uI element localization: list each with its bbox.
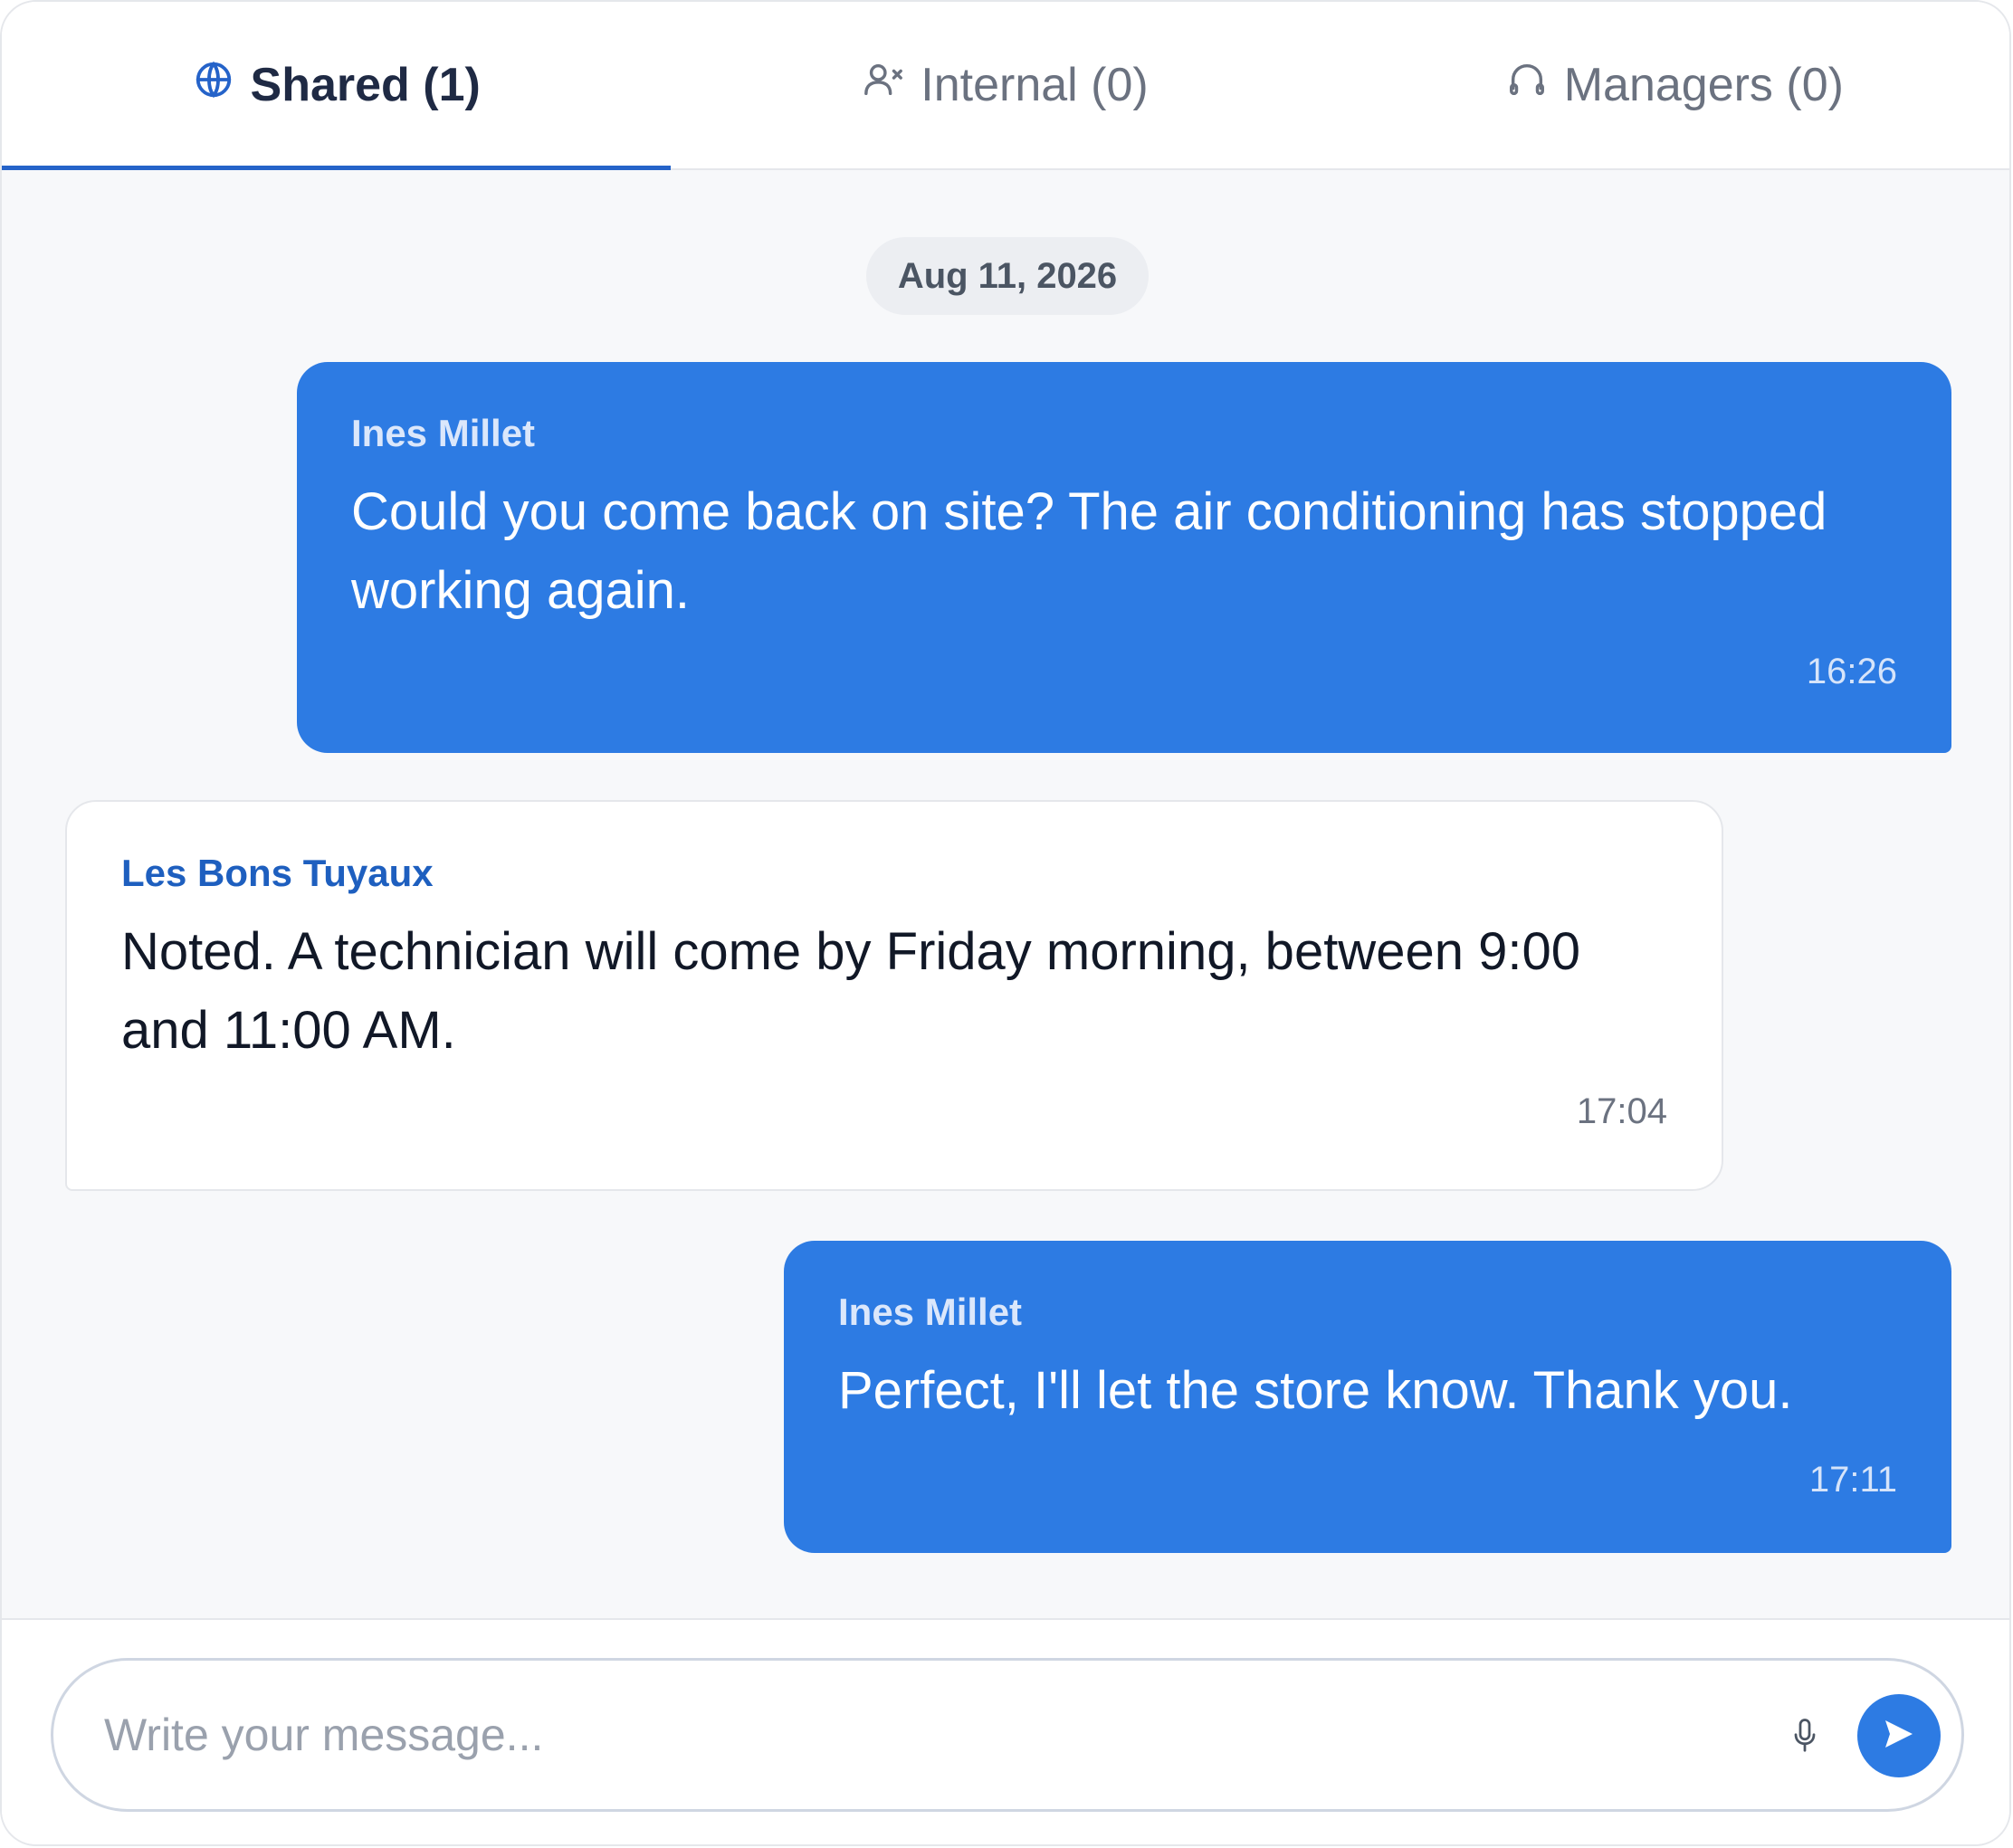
composer-bar (2, 1618, 2009, 1844)
microphone-icon (1791, 1718, 1818, 1758)
message-bubble-incoming: Les Bons Tuyaux Noted. A technician will… (65, 800, 1723, 1191)
message-time: 17:04 (1576, 1091, 1667, 1131)
message-list[interactable]: Aug 11, 2026 Ines Millet Could you come … (2, 170, 2009, 1618)
tab-shared[interactable]: Shared (1) (2, 2, 672, 170)
message-input[interactable] (102, 1697, 1732, 1773)
message-bubble-outgoing: Ines Millet Perfect, I'll let the store … (784, 1241, 1951, 1553)
date-separator: Aug 11, 2026 (866, 237, 1149, 315)
tab-bar: Shared (1) Internal (0) Managers (0) (2, 2, 2009, 170)
send-icon (1881, 1716, 1917, 1757)
tab-managers[interactable]: Managers (0) (1340, 2, 2009, 168)
conversation-panel: Shared (1) Internal (0) Managers (0) Aug… (0, 0, 2011, 1846)
globe-icon (193, 58, 234, 112)
microphone-button[interactable] (1782, 1715, 1827, 1760)
message-bubble-outgoing: Ines Millet Could you come back on site?… (297, 362, 1951, 753)
tab-shared-label: Shared (1) (250, 59, 481, 111)
message-sender: Ines Millet (838, 1291, 1023, 1333)
message-sender: Les Bons Tuyaux (121, 852, 434, 894)
message-text: Noted. A technician will come by Friday … (121, 922, 1580, 1060)
composer (51, 1658, 1964, 1812)
message-time: 17:11 (1808, 1460, 1897, 1500)
user-x-icon (863, 58, 904, 112)
tab-internal-label: Internal (0) (921, 59, 1149, 111)
tab-internal[interactable]: Internal (0) (671, 2, 1340, 168)
message-text: Could you come back on site? The air con… (351, 482, 1827, 620)
message-text: Perfect, I'll let the store know. Thank … (838, 1361, 1793, 1420)
message-time: 16:26 (1806, 652, 1897, 691)
message-sender: Ines Millet (351, 412, 536, 454)
headphones-icon (1506, 58, 1548, 112)
send-button[interactable] (1857, 1694, 1941, 1777)
tab-managers-label: Managers (0) (1563, 59, 1844, 111)
